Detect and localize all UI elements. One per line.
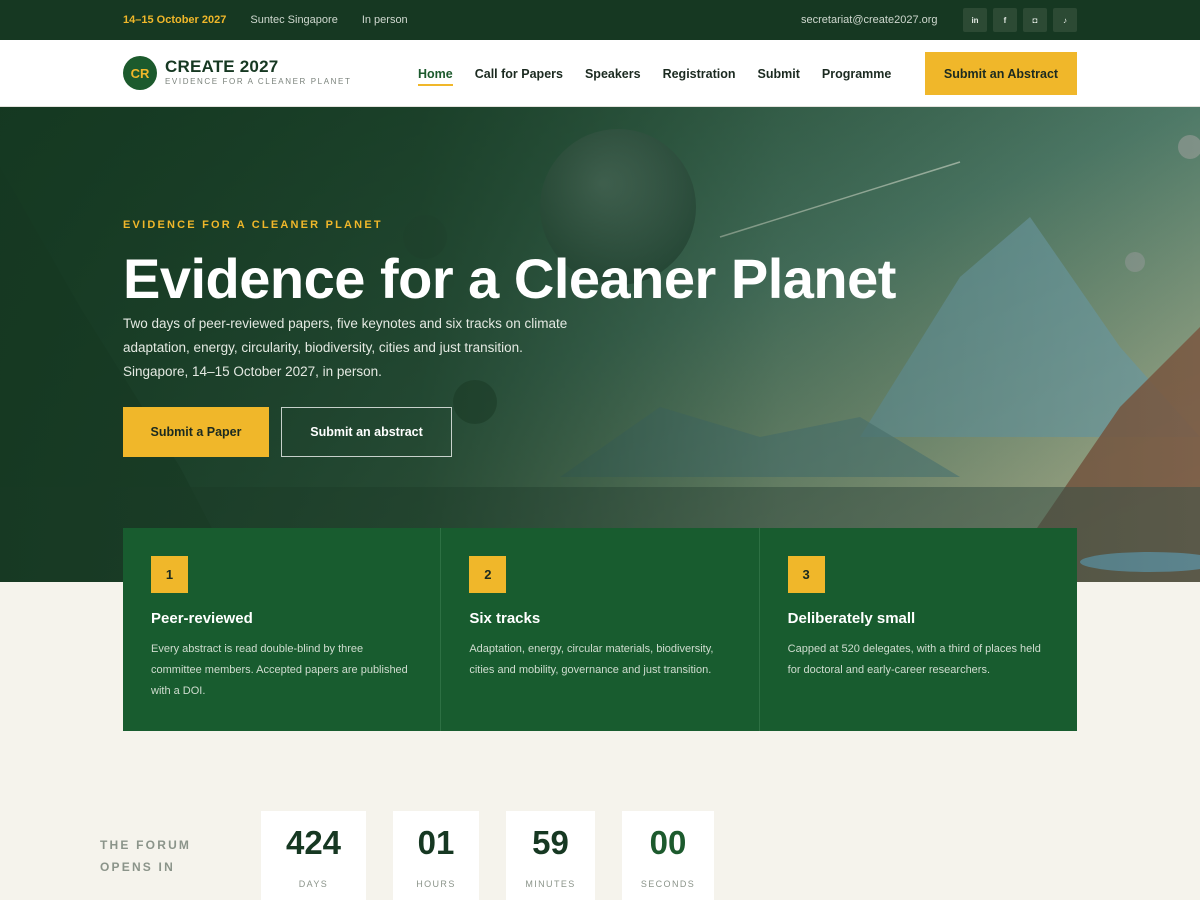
hero-description-line: adaptation, energy, circularity, biodive… [123, 340, 523, 355]
hero-title: Evidence for a Cleaner Planet [123, 247, 896, 310]
feature-text: Every abstract is read double-blind by t… [151, 643, 408, 697]
countdown-label-line: OPENS IN [100, 860, 175, 874]
submit-paper-button[interactable]: Submit a Paper [123, 407, 269, 457]
feature-number-badge: 1 [151, 556, 188, 593]
linkedin-icon[interactable]: in [963, 8, 987, 32]
nav-registration[interactable]: Registration [663, 63, 736, 85]
hero-description-line: Two days of peer-reviewed papers, five k… [123, 316, 568, 331]
event-format: In person [361, 14, 408, 26]
logo-title[interactable]: CREATE 2027 [165, 57, 278, 77]
countdown-hours: 01 HOURS [393, 811, 479, 900]
countdown-value: 59 [532, 824, 569, 861]
feature-title: Deliberately small [787, 610, 916, 627]
feature-title: Six tracks [469, 610, 541, 627]
countdown-value: 00 [649, 824, 687, 861]
nav-speakers[interactable]: Speakers [585, 63, 641, 85]
logo-badge[interactable]: CR [123, 56, 157, 90]
event-venue: Suntec Singapore [250, 14, 338, 26]
nav-submit[interactable]: Submit [758, 63, 800, 85]
site-header: CR CREATE 2027 EVIDENCE FOR A CLEANER PL… [0, 40, 1200, 107]
logo-subtitle: EVIDENCE FOR A CLEANER PLANET [165, 77, 352, 86]
feature-card: 2 Six tracks Adaptation, energy, circula… [441, 528, 760, 731]
main-nav: Home Call for Papers Speakers Registrati… [418, 40, 891, 107]
countdown-unit: MINUTES [525, 879, 576, 889]
countdown-minutes: 59 MINUTES [506, 811, 595, 900]
countdown-value: 01 [417, 824, 455, 861]
feature-number-badge: 3 [787, 556, 825, 593]
hero-description-line: Singapore, 14–15 October 2027, in person… [123, 364, 382, 379]
countdown-label: THE FORUM OPENS IN [100, 834, 220, 878]
feature-title: Peer-reviewed [151, 610, 253, 627]
feature-text: Capped at 520 delegates, with a third of… [787, 643, 1041, 676]
event-date: 14–15 October 2027 [123, 14, 227, 26]
nav-home[interactable]: Home [418, 63, 453, 86]
countdown-label-line: THE FORUM [100, 838, 192, 852]
submit-abstract-header-button[interactable]: Submit an Abstract [925, 52, 1077, 95]
countdown-unit: DAYS [298, 879, 329, 889]
feature-number-badge: 2 [469, 556, 507, 593]
nav-call-for-papers[interactable]: Call for Papers [475, 63, 563, 85]
top-bar: 14–15 October 2027 Suntec Singapore In p… [0, 0, 1200, 40]
tiktok-icon[interactable]: ♪ [1053, 8, 1077, 32]
nav-programme[interactable]: Programme [822, 63, 891, 85]
hero-description: Two days of peer-reviewed papers, five k… [123, 312, 643, 384]
countdown-seconds: 00 SECONDS [622, 811, 714, 900]
countdown-unit: SECONDS [640, 879, 696, 889]
countdown-value: 424 [285, 824, 342, 861]
feature-card: 1 Peer-reviewed Every abstract is read d… [123, 528, 442, 731]
instagram-icon[interactable]: ◘ [1023, 8, 1047, 32]
countdown-days: 424 DAYS [261, 811, 366, 900]
feature-card: 3 Deliberately small Capped at 520 deleg… [760, 528, 1077, 731]
hero-eyebrow: EVIDENCE FOR A CLEANER PLANET [123, 219, 383, 231]
feature-text: Adaptation, energy, circular materials, … [469, 643, 714, 676]
features-panel: 1 Peer-reviewed Every abstract is read d… [123, 528, 1077, 731]
facebook-icon[interactable]: f [993, 8, 1017, 32]
event-info: 14–15 October 2027 Suntec Singapore In p… [123, 0, 408, 40]
contact-email-link[interactable]: secretariat@create2027.org [801, 0, 938, 40]
submit-abstract-button[interactable]: Submit an abstract [281, 407, 452, 457]
countdown-unit: HOURS [416, 879, 456, 889]
